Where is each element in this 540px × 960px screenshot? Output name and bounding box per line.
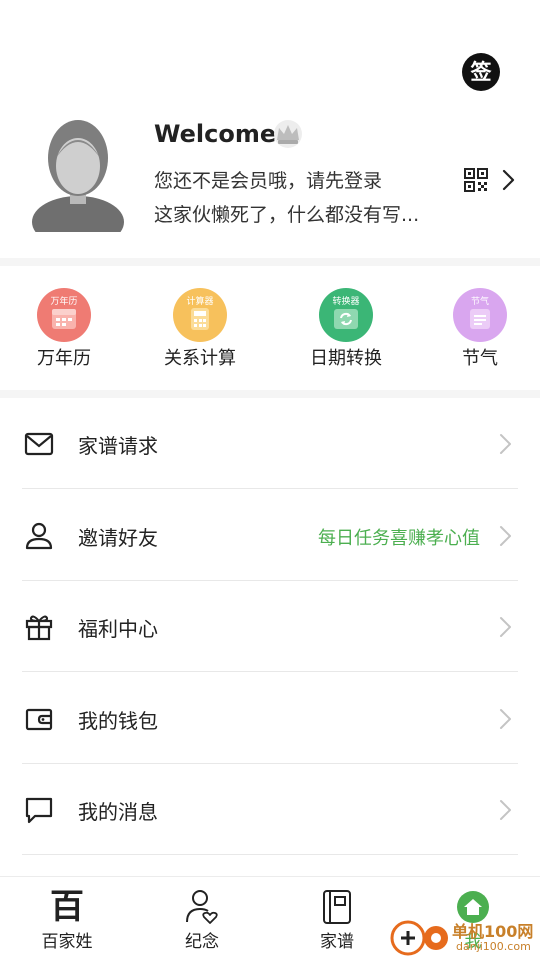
profile-header: 签 Welcome 您还不是会员哦，请先登录 这家伙懒死了，什么都没有写... — [0, 0, 540, 258]
avatar-icon[interactable] — [30, 118, 126, 232]
book-icon — [292, 889, 382, 925]
menu-item-label: 邀请好友 — [78, 526, 158, 550]
chevron-right-icon — [500, 709, 511, 729]
tab-label: 家谱 — [320, 932, 354, 952]
watermark-brand: 单机100网 — [452, 922, 534, 941]
convert-icon: 转换器 — [319, 288, 373, 342]
message-icon — [25, 797, 53, 824]
tool-calendar[interactable]: 万年历 万年历 — [4, 288, 124, 370]
tab-family-tree[interactable]: 家谱 — [292, 889, 382, 952]
surname-icon: 百 — [22, 889, 112, 925]
wallet-icon — [25, 708, 53, 731]
tool-solar-term[interactable]: 节气 节气 — [420, 288, 540, 370]
tab-surnames[interactable]: 百 百家姓 — [22, 889, 112, 952]
solar-term-icon: 节气 — [453, 288, 507, 342]
watermark-site: danji100.com — [456, 940, 531, 953]
tool-relation-calc[interactable]: 计算器 关系计算 — [140, 288, 260, 370]
menu-item-messages[interactable]: 我的消息 — [22, 764, 518, 855]
mail-icon — [24, 432, 54, 456]
tab-label: 纪念 — [185, 932, 219, 952]
menu-item-invite-friends[interactable]: 邀请好友 每日任务喜赚孝心值 — [22, 490, 518, 581]
tool-label: 节气 — [462, 348, 498, 369]
chevron-right-icon[interactable] — [500, 168, 516, 192]
qr-code-icon[interactable] — [464, 168, 488, 192]
daily-task-hint: 每日任务喜赚孝心值 — [318, 528, 480, 549]
tool-label: 关系计算 — [164, 348, 236, 369]
section-divider — [0, 390, 540, 398]
tab-memorial[interactable]: 纪念 — [157, 889, 247, 952]
menu-item-family-request[interactable]: 家谱请求 — [22, 398, 518, 489]
welcome-title: Welcome — [154, 120, 277, 148]
sign-in-button[interactable]: 签 — [462, 53, 500, 91]
calculator-icon: 计算器 — [173, 288, 227, 342]
menu-item-wallet[interactable]: 我的钱包 — [22, 673, 518, 764]
gift-icon — [25, 615, 53, 641]
surname-glyph: 百 — [50, 887, 84, 927]
profile-motto: 这家伙懒死了，什么都没有写... — [154, 204, 420, 226]
chevron-right-icon — [500, 526, 511, 546]
tab-label: 百家姓 — [41, 932, 93, 952]
chevron-right-icon — [500, 434, 511, 454]
tool-label: 万年历 — [37, 348, 91, 369]
menu-item-label: 我的消息 — [78, 800, 158, 824]
menu-list: 家谱请求 邀请好友 每日任务喜赚孝心值 福利中心 我的钱包 我的消息 — [0, 398, 540, 876]
user-icon — [25, 522, 53, 550]
menu-item-label: 我的钱包 — [78, 709, 158, 733]
menu-item-label: 家谱请求 — [78, 434, 158, 458]
section-divider — [0, 258, 540, 266]
login-hint[interactable]: 您还不是会员哦，请先登录 — [154, 166, 382, 193]
memorial-icon — [157, 889, 247, 925]
menu-item-label: 福利中心 — [78, 617, 158, 641]
tool-date-convert[interactable]: 转换器 日期转换 — [286, 288, 406, 370]
menu-item-welfare-center[interactable]: 福利中心 — [22, 581, 518, 672]
calendar-icon: 万年历 — [37, 288, 91, 342]
chevron-right-icon — [500, 800, 511, 820]
tool-label: 日期转换 — [310, 348, 382, 369]
crown-icon — [274, 120, 302, 148]
chevron-right-icon — [500, 617, 511, 637]
quick-tools: 万年历 万年历 计算器 关系计算 转换器 日期转换 节气 节气 — [0, 266, 540, 390]
